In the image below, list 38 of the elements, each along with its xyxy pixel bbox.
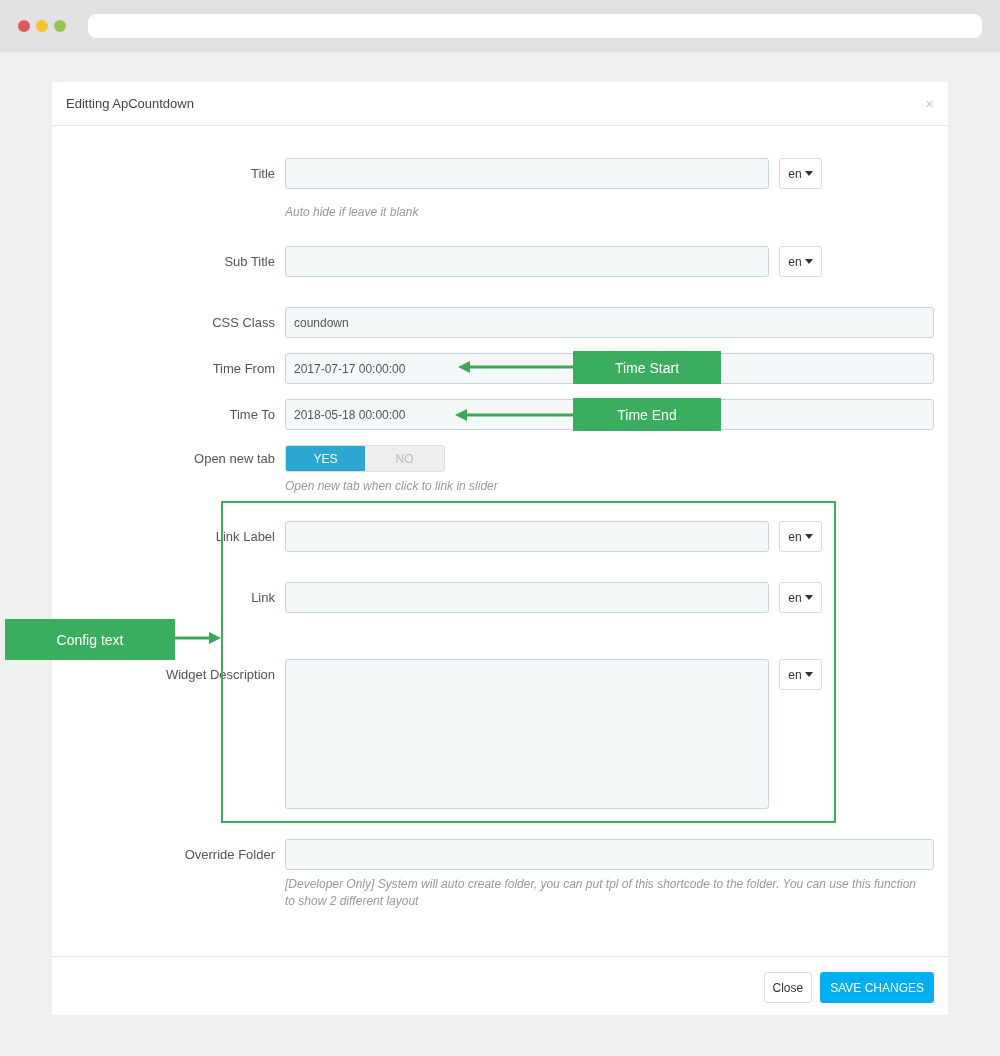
caret-icon (804, 595, 813, 600)
text-field[interactable] (285, 521, 769, 552)
text-field[interactable] (285, 582, 769, 613)
caret-icon (804, 534, 813, 539)
text-area[interactable] (285, 659, 769, 809)
help-text: [Developer Only] System will auto create folder, you can put tpl of this shortcode to the folder. You can use this function to show 2 different layout (285, 876, 918, 910)
field-label: Title (250, 165, 275, 182)
dialog-title: Editting ApCountdown (66, 96, 194, 111)
help-text: Open new tab when click to link in slider (285, 478, 499, 495)
language-dropdown[interactable]: en (779, 521, 822, 552)
close-window-icon[interactable] (18, 20, 30, 32)
language-dropdown[interactable]: en (779, 659, 822, 690)
language-dropdown[interactable]: en (779, 158, 822, 189)
field-label: Open new tab (194, 450, 275, 467)
field-label: Override Folder (184, 846, 275, 863)
language-dropdown[interactable]: en (779, 582, 822, 613)
field-label: CSS Class (212, 314, 275, 331)
field-label: Link (251, 589, 275, 606)
close-button[interactable]: Close (763, 972, 813, 1003)
callout-tooltip: Time Start (573, 351, 721, 384)
arrow (175, 632, 221, 644)
text-field[interactable] (285, 246, 769, 277)
callout-tooltip: Time End (573, 398, 721, 431)
text-field[interactable]: coundown (285, 307, 934, 338)
field-label: Time To (229, 406, 275, 423)
callout-tooltip: Config text (5, 619, 175, 660)
address-bar[interactable] (88, 14, 982, 38)
caret-icon (804, 259, 813, 264)
language-dropdown[interactable]: en (779, 246, 822, 277)
field-label: Sub Title (224, 253, 275, 270)
field-label: Time From (212, 360, 275, 377)
minimize-window-icon[interactable] (36, 20, 48, 32)
maximize-window-icon[interactable] (54, 20, 66, 32)
caret-icon (804, 672, 813, 677)
caret-icon (804, 171, 813, 176)
help-text: Auto hide if leave it blank (285, 204, 420, 221)
text-field[interactable] (285, 158, 769, 189)
text-field[interactable] (285, 839, 934, 870)
